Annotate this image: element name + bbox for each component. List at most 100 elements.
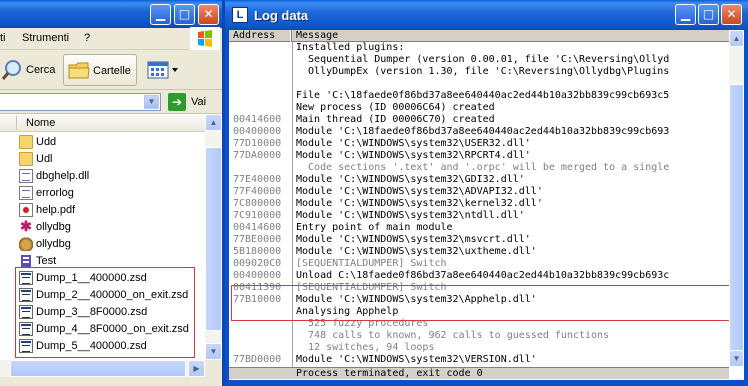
explorer-title-bar[interactable]: ▁ □ ✕ [0,0,224,28]
window-title: Log data [254,8,309,23]
status-text: Process terminated, exit code 0 [296,368,483,379]
log-row[interactable] [229,78,729,89]
address-input[interactable]: ▼ [0,93,161,111]
list-item[interactable]: Udd [19,134,205,151]
log-message: Module 'C:\WINDOWS\system32\VERSION.dll' [296,354,537,365]
close-button[interactable]: ✕ [721,4,742,25]
column-header-address[interactable]: Address [233,30,275,41]
log-title-bar[interactable]: L Log data ▁ □ ✕ [225,0,748,30]
log-row[interactable]: 77BD0000 Module 'C:\WINDOWS\system32\VERS… [229,354,729,365]
explorer-horizontal-scrollbar[interactable]: ▶ [0,360,205,377]
scroll-right-icon[interactable]: ▶ [188,360,205,377]
log-row[interactable]: 7C910000 Module 'C:\WINDOWS\system32\ntdl… [229,210,729,221]
list-item[interactable]: dbghelp.dll [19,168,205,185]
log-row[interactable]: New process (ID 00006C64) created [229,102,729,113]
log-message: Main thread (ID 00006C70) created [296,114,495,125]
log-row[interactable]: 00414600 Main thread (ID 00006C70) create… [229,114,729,125]
log-address: 00414600 [233,114,282,125]
log-address: 00400000 [233,270,282,281]
list-item[interactable]: errorlog [19,185,205,202]
list-item[interactable]: help.pdf [19,202,205,219]
log-address: 00400000 [233,126,282,137]
text-file-icon [19,186,33,200]
menu-item-strumenti[interactable]: Strumenti [22,32,69,44]
log-row[interactable]: Installed plugins: [229,42,729,53]
scrollbar-thumb[interactable] [205,147,222,331]
log-address: 77D10000 [233,138,282,149]
log-message: [SEQUENTIALDUMPER] Switch [296,258,447,269]
log-message: Module 'C:\WINDOWS\system32\ADVAPI32.dll… [296,186,543,197]
scrollbar-thumb[interactable] [10,360,186,377]
log-address: 77BD0000 [233,354,282,365]
minimize-button[interactable]: ▁ [675,4,696,25]
log-address: 009020C0 [233,258,282,269]
file-name: dbghelp.dll [36,170,90,182]
ollydbg-ini-icon [19,237,33,251]
log-address: 7C800000 [233,198,282,209]
pdf-file-icon [19,203,33,217]
file-name: Test [36,255,57,267]
list-item[interactable]: Udl [19,151,205,168]
log-row[interactable]: 77E40000 Module 'C:\WINDOWS\system32\GDI3… [229,174,729,185]
file-name: ollydbg [36,221,71,233]
dll-file-icon [19,169,33,183]
folders-icon [68,62,90,79]
log-row[interactable]: 009020C0 [SEQUENTIALDUMPER] Switch [229,258,729,269]
column-separator[interactable] [290,30,292,42]
log-address: 77DA0000 [233,150,282,161]
views-icon [147,61,178,79]
go-button[interactable]: ➔ Vai [168,93,222,111]
scroll-up-icon[interactable]: ▲ [729,30,744,47]
list-item[interactable]: ✱ ollydbg [19,219,205,236]
folder-icon [19,135,33,149]
log-window-icon: L [232,7,248,23]
menu-item-tools-partial[interactable]: ti [0,32,6,44]
maximize-button[interactable]: □ [698,4,719,25]
log-row[interactable]: 77F40000 Module 'C:\WINDOWS\system32\ADVA… [229,186,729,197]
log-address: 5B180000 [233,246,282,257]
search-button[interactable]: Cerca [0,56,60,84]
list-item[interactable]: ollydbg [19,236,205,253]
log-row[interactable]: 00414600 Entry point of main module [229,222,729,233]
log-row[interactable]: 00400000 Unload C:\18faede0f86bd37a8ee640… [229,270,729,281]
scroll-down-icon[interactable]: ▼ [205,343,222,360]
log-row[interactable]: 12 switches, 94 loops [229,342,729,353]
close-button[interactable]: ✕ [198,4,219,25]
log-row[interactable]: 00400000 Module 'C:\18faede0f86bd37a8ee64… [229,126,729,137]
column-header-name[interactable]: Nome [0,114,205,132]
log-address: 77E40000 [233,174,282,185]
explorer-bottom-edge [0,377,224,386]
file-name: ollydbg [36,238,71,250]
log-column-headers: Address Message [229,30,729,42]
log-row[interactable]: File 'C:\18faede0f86bd37a8ee640440ac2ed4… [229,90,729,101]
scroll-up-icon[interactable]: ▲ [205,114,222,131]
chevron-down-icon[interactable]: ▼ [144,95,159,109]
folders-label: Cartelle [93,65,131,77]
log-row[interactable]: 7C800000 Module 'C:\WINDOWS\system32\kern… [229,198,729,209]
log-message: New process (ID 00006C64) created [296,102,495,113]
log-row[interactable]: 77BE0000 Module 'C:\WINDOWS\system32\msvc… [229,234,729,245]
scroll-down-icon[interactable]: ▼ [729,350,744,367]
scrollbar-thumb[interactable] [729,84,744,356]
log-row[interactable]: Code sections '.text' and '.orpc' will b… [229,162,729,173]
minimize-button[interactable]: ▁ [150,4,171,25]
log-vertical-scrollbar[interactable]: ▲ ▼ [729,30,744,367]
menu-item-help[interactable]: ? [84,32,90,44]
log-message: Module 'C:\WINDOWS\system32\kernel32.dll… [296,198,543,209]
folders-button[interactable]: Cartelle [63,54,137,86]
dump-files-highlight [15,267,195,358]
log-row[interactable]: 77DA0000 Module 'C:\WINDOWS\system32\RPCR… [229,150,729,161]
column-header-message[interactable]: Message [296,30,338,41]
log-data-window: L Log data ▁ □ ✕ Address Message Install… [225,0,748,386]
log-row[interactable]: Sequential Dumper (version 0.00.01, file… [229,54,729,65]
explorer-vertical-scrollbar[interactable]: ▲ ▼ [205,114,222,360]
log-row[interactable]: 5B180000 Module 'C:\WINDOWS\system32\uxth… [229,246,729,257]
log-window-border [225,380,748,386]
go-arrow-icon: ➔ [168,93,186,111]
log-message: Module 'C:\WINDOWS\system32\RPCRT4.dll' [296,150,531,161]
views-button[interactable] [146,60,180,80]
maximize-button[interactable]: □ [174,4,195,25]
log-row[interactable]: OllyDumpEx (version 1.30, file 'C:\Rever… [229,66,729,77]
log-row[interactable]: 77D10000 Module 'C:\WINDOWS\system32\USER… [229,138,729,149]
log-row[interactable]: 748 calls to known, 962 calls to guessed… [229,330,729,341]
